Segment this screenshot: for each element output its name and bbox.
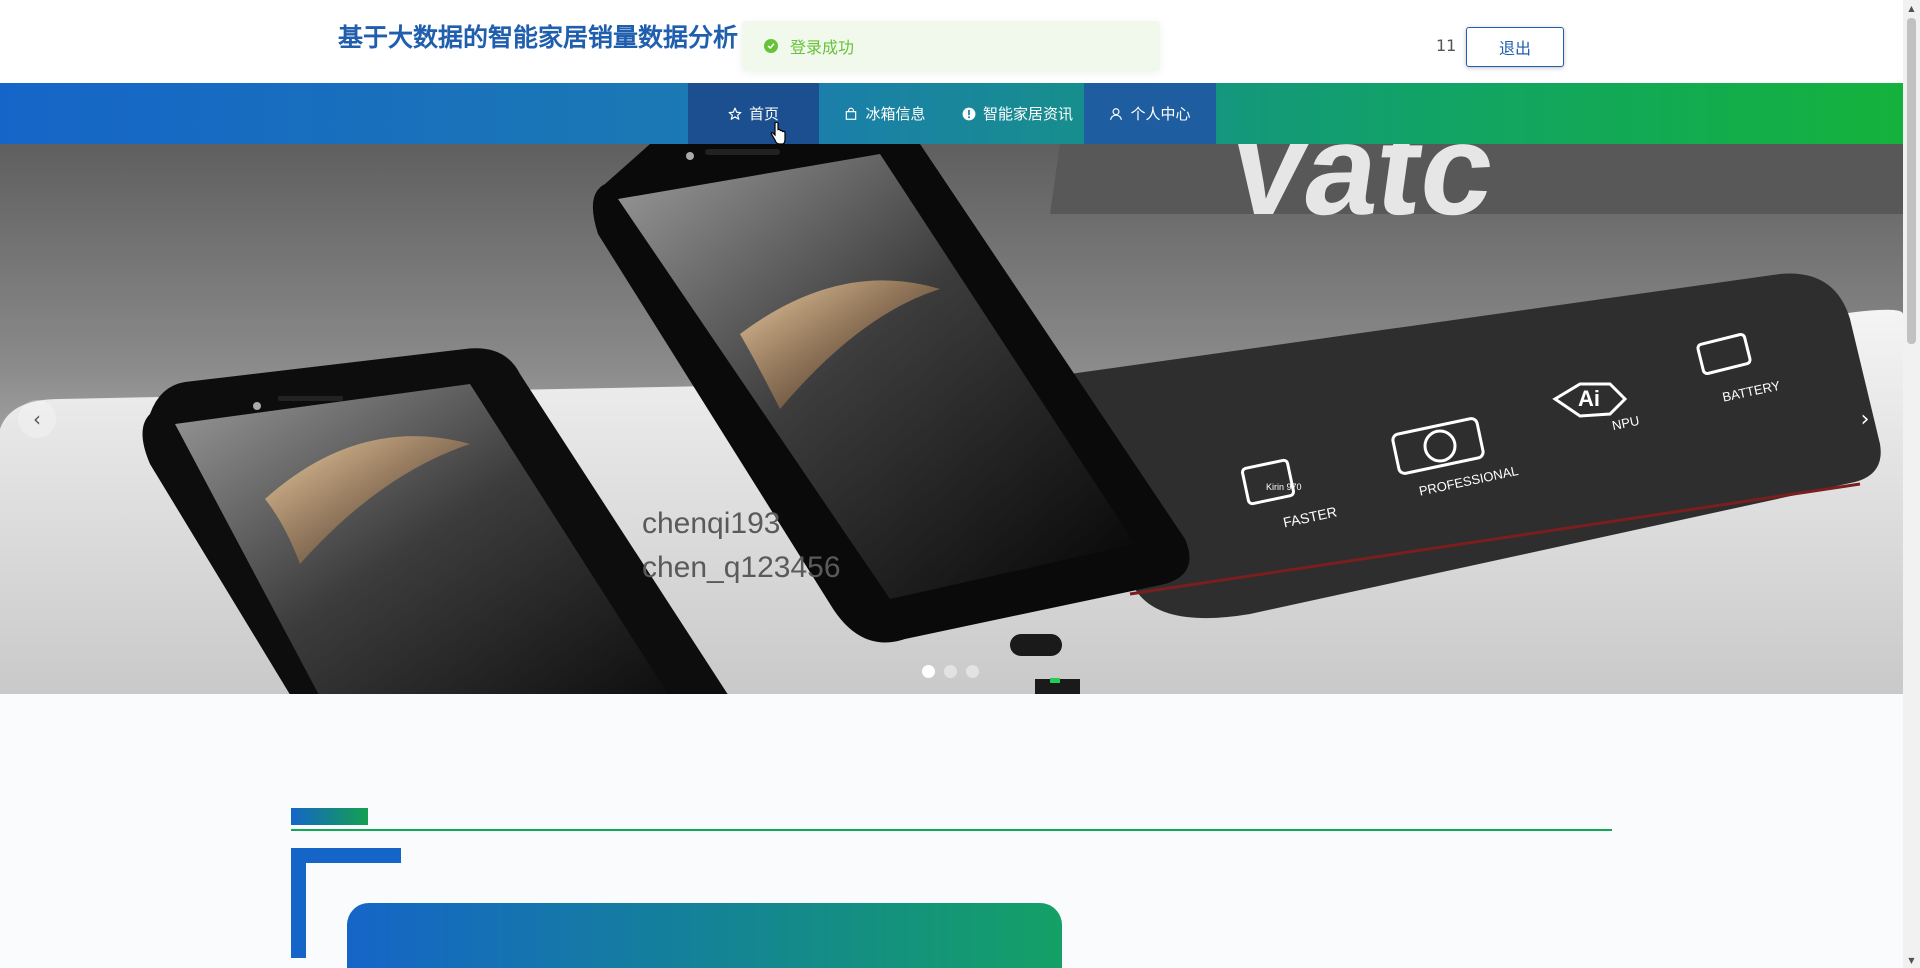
banner-image: Vatc Kirin 970 Ai FASTER PROFESSIONAL NP… xyxy=(0,144,1903,694)
nav-item-personal-center[interactable]: 个人中心 xyxy=(1084,83,1216,144)
section-title-accent xyxy=(291,808,368,825)
main-nav: 首页 冰箱信息 智能家居资讯 个人中心 xyxy=(0,83,1903,144)
content-card xyxy=(347,903,1062,968)
section-divider xyxy=(291,829,1612,831)
logout-button[interactable]: 退出 xyxy=(1466,27,1564,67)
toast-message: 登录成功 xyxy=(790,38,855,57)
npu-chip-text: Ai xyxy=(1578,386,1600,411)
nav-item-home[interactable]: 首页 xyxy=(688,83,819,144)
nav-label-home: 首页 xyxy=(748,105,779,123)
star-icon xyxy=(728,107,742,120)
info-icon xyxy=(962,107,976,120)
nav-item-smart-home-news[interactable]: 智能家居资讯 xyxy=(951,83,1084,144)
scroll-up-arrow-icon[interactable]: ▲ xyxy=(1903,0,1920,16)
banner-carousel[interactable]: Vatc Kirin 970 Ai FASTER PROFESSIONAL NP… xyxy=(0,144,1903,694)
nav-label-smart-home-news: 智能家居资讯 xyxy=(982,105,1073,123)
carousel-dot-1[interactable] xyxy=(922,665,935,678)
corner-decoration-left xyxy=(291,848,306,958)
carousel-prev-button[interactable]: ‹ xyxy=(18,400,56,438)
username-label: 11 xyxy=(1436,36,1457,55)
svg-text:Vatc: Vatc xyxy=(1216,144,1504,242)
carousel-dot-3[interactable] xyxy=(966,665,979,678)
overlay-line-2: chen_q123456 xyxy=(642,551,841,584)
mouse-cursor-icon xyxy=(770,122,786,145)
scroll-down-arrow-icon[interactable]: ▼ xyxy=(1903,952,1920,968)
chevron-right-icon: › xyxy=(1860,406,1870,432)
overlay-line-1: chenqi193 xyxy=(642,507,781,540)
site-title: 基于大数据的智能家居销量数据分析 xyxy=(338,23,739,52)
chip-text: Kirin 970 xyxy=(1266,482,1302,492)
login-success-toast: 登录成功 xyxy=(742,21,1160,71)
bag-icon xyxy=(846,107,857,120)
nav-label-personal-center: 个人中心 xyxy=(1130,105,1191,123)
carousel-next-button[interactable]: › xyxy=(1846,400,1884,438)
chevron-left-icon: ‹ xyxy=(33,407,41,431)
page-scrollbar[interactable]: ▲ ▼ xyxy=(1903,0,1920,968)
banner-overlay-text: chenqi193 chen_q123456 xyxy=(642,502,841,590)
nav-label-fridge-info: 冰箱信息 xyxy=(865,105,926,123)
scrollbar-thumb[interactable] xyxy=(1907,18,1916,344)
nav-item-fridge-info[interactable]: 冰箱信息 xyxy=(819,83,951,144)
corner-decoration-top xyxy=(291,848,401,863)
check-circle-icon xyxy=(764,39,778,53)
carousel-dot-2[interactable] xyxy=(944,665,957,678)
user-icon xyxy=(1110,107,1123,120)
